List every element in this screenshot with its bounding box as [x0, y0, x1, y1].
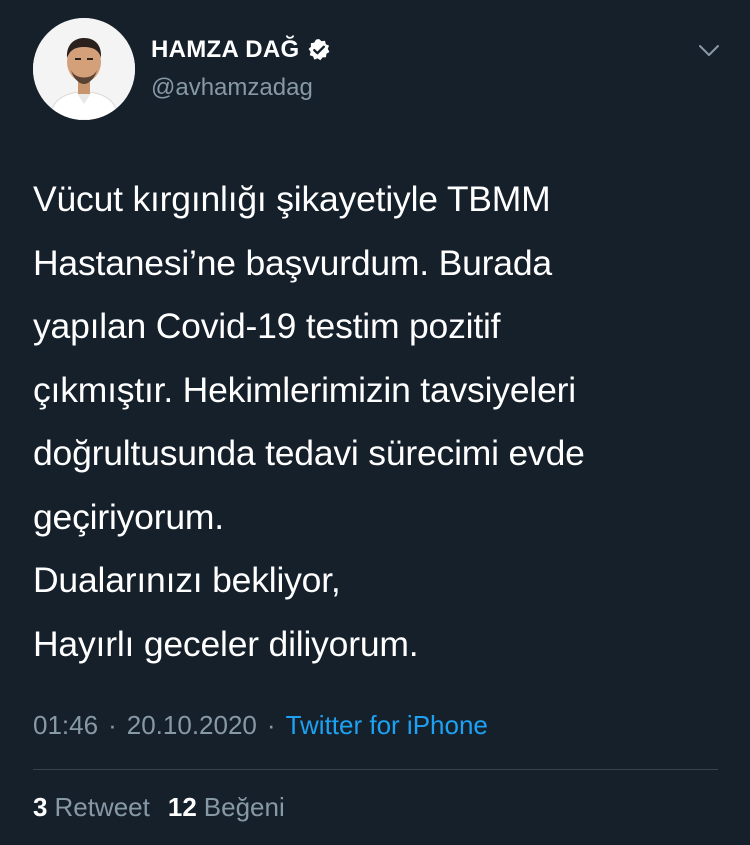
divider [33, 769, 718, 770]
tweet-stats: 3 Retweet 12 Beğeni [33, 792, 303, 823]
name-row: HAMZA DAĞ [151, 36, 331, 64]
tweet-date[interactable]: 20.10.2020 [127, 710, 257, 741]
avatar[interactable] [33, 18, 135, 120]
verified-badge-icon [307, 38, 331, 62]
tweet-header: HAMZA DAĞ @avhamzadag [33, 18, 723, 122]
retweet-label[interactable]: Retweet [54, 792, 149, 823]
display-name[interactable]: HAMZA DAĞ [151, 36, 299, 64]
chevron-down-icon[interactable] [695, 36, 723, 64]
like-label[interactable]: Beğeni [204, 792, 285, 823]
meta-separator: · [266, 710, 276, 740]
tweet-detail: HAMZA DAĞ @avhamzadag Vücut kırgınlığı ş… [0, 0, 750, 845]
retweet-count[interactable]: 3 [33, 792, 47, 823]
user-handle[interactable]: @avhamzadag [151, 74, 313, 102]
profile-photo-icon [33, 18, 135, 120]
tweet-time[interactable]: 01:46 [33, 710, 98, 741]
tweet-text: Vücut kırgınlığı şikayetiyle TBMM Hastan… [33, 179, 585, 664]
like-count[interactable]: 12 [168, 792, 197, 823]
tweet-source-link[interactable]: Twitter for iPhone [286, 710, 488, 741]
tweet-meta: 01:46 · 20.10.2020 · Twitter for iPhone [33, 710, 488, 741]
meta-separator: · [108, 710, 117, 740]
